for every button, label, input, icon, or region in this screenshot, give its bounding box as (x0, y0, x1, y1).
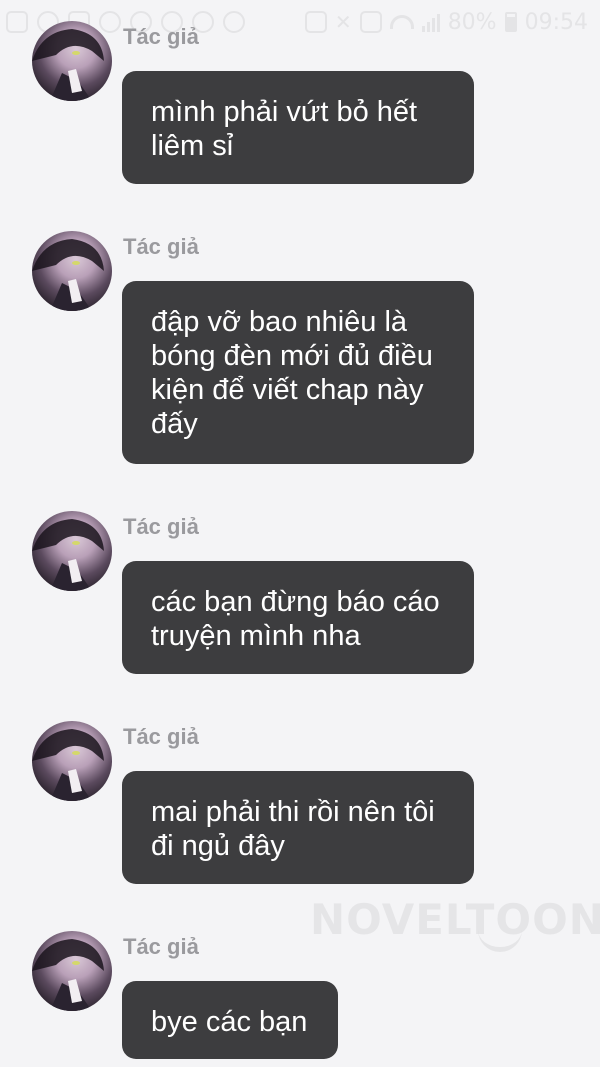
noveltoon-watermark: NOVELTOON (310, 895, 600, 944)
avatar[interactable] (32, 931, 112, 1011)
message-bubble[interactable]: mai phải thi rồi nên tôi đi ngủ đây (122, 771, 474, 884)
lock-icon (304, 11, 327, 33)
watermark-smile-icon (478, 925, 522, 952)
sender-name: Tác giả (123, 24, 199, 49)
nfc-icon (359, 11, 382, 33)
avatar-image (32, 239, 104, 311)
sender-name: Tác giả (123, 514, 199, 539)
signal-icon (421, 12, 440, 32)
avatar-image (32, 29, 104, 101)
avatar-image (32, 729, 104, 801)
sender-name: Tác giả (123, 934, 199, 959)
mute-icon: ✕ (334, 10, 352, 34)
system-icons: ✕ 80% 09:54 (304, 9, 588, 35)
avatar-image (32, 939, 104, 1011)
app-notification-icon (223, 11, 245, 33)
message-bubble[interactable]: mình phải vứt bỏ hết liêm sỉ (122, 71, 474, 184)
clock: 09:54 (524, 9, 588, 35)
wifi-icon (389, 15, 414, 29)
avatar-image (32, 519, 104, 591)
avatar[interactable] (32, 511, 112, 591)
sender-name: Tác giả (123, 724, 199, 749)
app-notification-icon (99, 11, 121, 33)
message-bubble[interactable]: các bạn đừng báo cáo truyện mình nha (122, 561, 474, 674)
chat-notification-icon (6, 11, 28, 33)
avatar[interactable] (32, 721, 112, 801)
battery-icon (504, 12, 517, 32)
sender-name: Tác giả (123, 234, 199, 259)
message-bubble[interactable]: đập vỡ bao nhiêu là bóng đèn mới đủ điều… (122, 281, 474, 464)
avatar[interactable] (32, 21, 112, 101)
avatar[interactable] (32, 231, 112, 311)
message-bubble[interactable]: bye các bạn (122, 981, 338, 1059)
battery-percent: 80% (447, 9, 497, 35)
